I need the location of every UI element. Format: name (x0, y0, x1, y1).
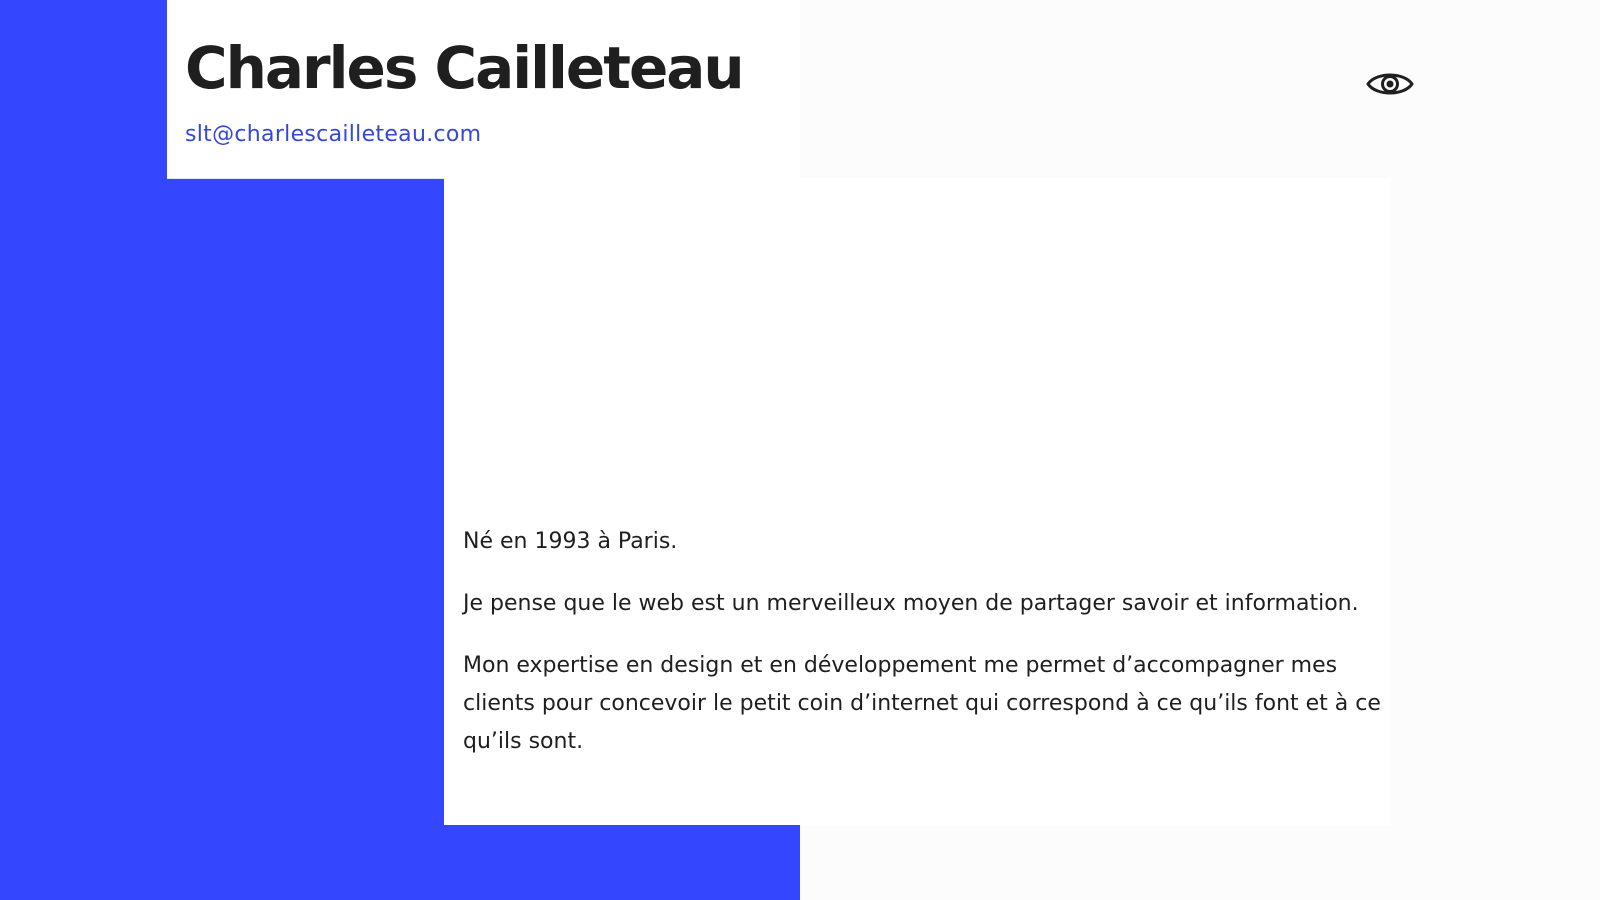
page-title: Charles Cailleteau (185, 34, 745, 102)
page: Charles Cailleteau slt@charlescailleteau… (0, 0, 1600, 900)
bio-card: Né en 1993 à Paris. Je pense que le web … (444, 178, 1390, 825)
blue-accent-left (0, 0, 167, 900)
bio-paragraph: Mon expertise en design et en développem… (463, 653, 1381, 754)
bio-text: Né en 1993 à Paris. Je pense que le web … (463, 523, 1388, 785)
eye-icon[interactable] (1366, 64, 1414, 104)
email-link[interactable]: slt@charlescailleteau.com (185, 122, 481, 147)
blue-accent-middle (167, 178, 444, 900)
eye-icon-graphic (1366, 73, 1414, 95)
blue-accent-bottom (444, 825, 800, 900)
bio-paragraph: Né en 1993 à Paris. (463, 529, 678, 554)
header-card: Charles Cailleteau slt@charlescailleteau… (167, 0, 800, 179)
bio-paragraph: Je pense que le web est un merveilleux m… (463, 591, 1359, 616)
